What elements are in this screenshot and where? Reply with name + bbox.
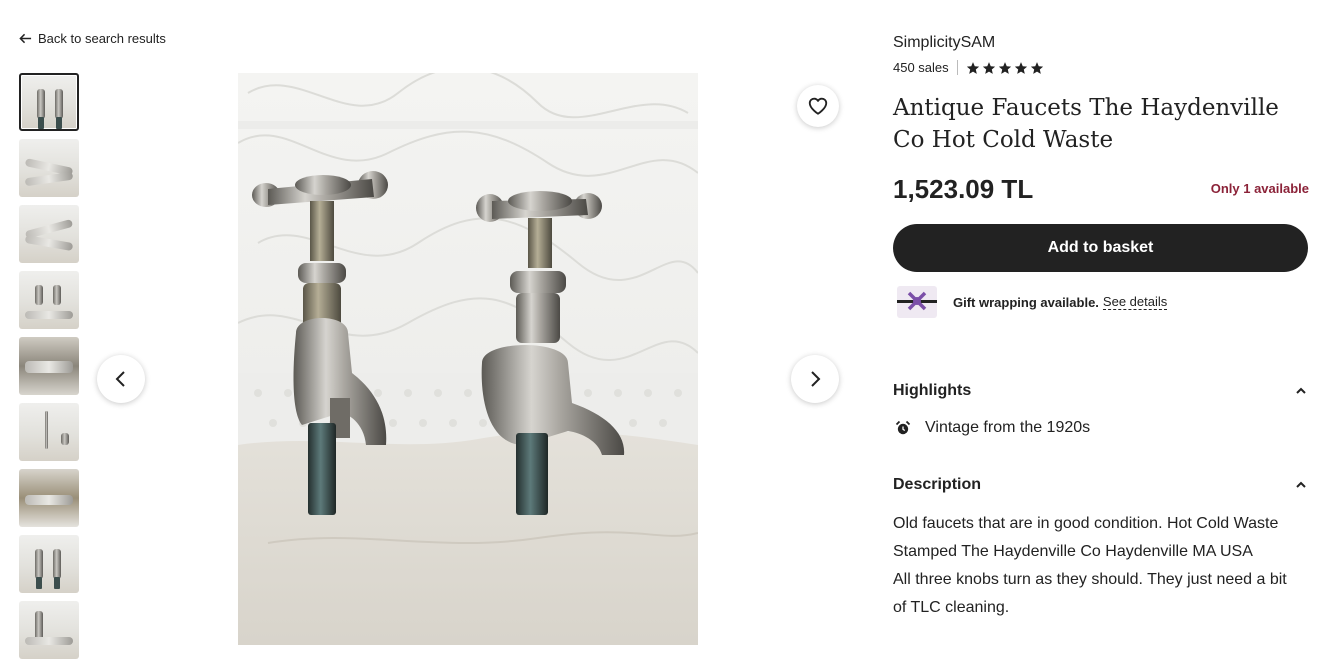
- star-icon: [998, 61, 1011, 74]
- highlights-toggle[interactable]: Highlights: [893, 382, 1308, 400]
- highlight-item: Vintage from the 1920s: [895, 419, 1090, 437]
- star-icon: [1014, 61, 1027, 74]
- thumbnail-8[interactable]: [19, 535, 79, 593]
- thumbnail-9[interactable]: [19, 601, 79, 659]
- favorite-button[interactable]: [797, 85, 839, 127]
- back-link-label: Back to search results: [38, 31, 166, 46]
- highlight-text: Vintage from the 1920s: [925, 419, 1091, 436]
- thumbnail-3[interactable]: [19, 205, 79, 263]
- thumbnail-4[interactable]: [19, 271, 79, 329]
- previous-image-button[interactable]: [97, 355, 145, 403]
- shop-rating-row: 450 sales: [893, 60, 1044, 75]
- thumbnail-7[interactable]: [19, 469, 79, 527]
- description-line: Old faucets that are in good condition. …: [893, 515, 1279, 532]
- stock-status: Only 1 available: [1210, 181, 1309, 196]
- product-price: 1,523.09 TL: [893, 174, 1034, 204]
- thumbnail-list: [19, 73, 79, 667]
- divider: [956, 60, 958, 75]
- see-details-link[interactable]: See details: [1102, 294, 1168, 310]
- chevron-up-icon: [1296, 387, 1306, 394]
- back-to-search-link[interactable]: Back to search results: [19, 31, 166, 46]
- heart-icon: [808, 97, 828, 115]
- thumbnail-5[interactable]: [19, 337, 79, 395]
- alarm-clock-icon: [895, 420, 911, 435]
- shop-name-link[interactable]: SimplicitySAM: [893, 34, 995, 52]
- main-product-image: [238, 73, 698, 645]
- gift-wrapping-text: Gift wrapping available.: [953, 294, 1099, 310]
- gift-wrapping-row: Gift wrapping available. See details: [897, 286, 1168, 318]
- next-image-button[interactable]: [791, 355, 839, 403]
- gift-icon: [897, 286, 937, 318]
- star-icon: [966, 61, 979, 74]
- description-text: Old faucets that are in good condition. …: [893, 510, 1303, 622]
- chevron-left-icon: [115, 371, 125, 387]
- thumbnail-6[interactable]: [19, 403, 79, 461]
- thumbnail-2[interactable]: [19, 139, 79, 197]
- star-icon: [1030, 61, 1043, 74]
- product-title: Antique Faucets The Haydenville Co Hot C…: [893, 95, 1279, 153]
- description-heading: Description: [893, 476, 982, 493]
- sales-count: 450 sales: [893, 60, 949, 75]
- description-line: All three knobs turn as they should. The…: [893, 571, 1287, 616]
- add-to-basket-button[interactable]: Add to basket: [893, 224, 1308, 272]
- description-toggle[interactable]: Description: [893, 476, 1308, 494]
- chevron-right-icon: [811, 371, 821, 387]
- thumbnail-1[interactable]: [19, 73, 79, 131]
- arrow-left-icon: [19, 33, 32, 44]
- star-icon: [982, 61, 995, 74]
- star-rating[interactable]: [966, 61, 1044, 75]
- highlights-heading: Highlights: [893, 382, 972, 399]
- chevron-up-icon: [1296, 481, 1306, 488]
- description-line: Stamped The Haydenville Co Haydenville M…: [893, 543, 1253, 560]
